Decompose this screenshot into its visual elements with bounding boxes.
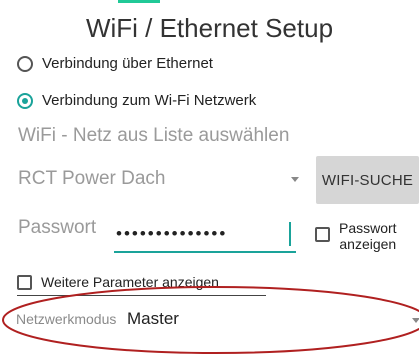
radio-ethernet-label: Verbindung über Ethernet (42, 55, 213, 72)
more-parameters-row[interactable]: Weitere Parameter anzeigen (17, 274, 219, 290)
password-underline (114, 251, 296, 253)
wifi-search-button[interactable]: WIFI-SUCHE (316, 156, 419, 204)
network-mode-spinner[interactable]: Master (127, 309, 179, 329)
radio-ethernet-indicator[interactable] (17, 55, 33, 72)
page-title: WiFi / Ethernet Setup (85, 13, 334, 43)
network-mode-label: Netzwerkmodus (16, 311, 117, 327)
top-accent-bar (118, 0, 160, 3)
show-password-checkbox[interactable] (315, 227, 330, 242)
more-parameters-checkbox[interactable] (17, 274, 32, 290)
password-hint: Passwort (18, 217, 97, 238)
radio-ethernet[interactable]: Verbindung über Ethernet (17, 55, 213, 72)
network-spinner[interactable]: RCT Power Dach (18, 168, 165, 190)
dropdown-arrow-icon[interactable] (291, 177, 299, 182)
more-parameters-label: Weitere Parameter anzeigen (41, 274, 219, 290)
more-parameters-underline (17, 295, 266, 296)
radio-wifi[interactable]: Verbindung zum Wi-Fi Netzwerk (17, 92, 256, 109)
network-mode-dropdown-icon[interactable] (412, 318, 419, 323)
wifi-list-label: WiFi - Netz aus Liste auswählen (18, 125, 290, 146)
text-cursor (289, 222, 291, 246)
radio-wifi-label: Verbindung zum Wi-Fi Netzwerk (42, 92, 257, 109)
show-password-label-line1: Passwort (339, 220, 397, 236)
password-field[interactable]: •••••••••••••• (116, 224, 227, 244)
radio-wifi-indicator[interactable] (17, 92, 33, 109)
show-password-label-line2: anzeigen (339, 236, 397, 252)
show-password-label: Passwort anzeigen (339, 220, 397, 252)
